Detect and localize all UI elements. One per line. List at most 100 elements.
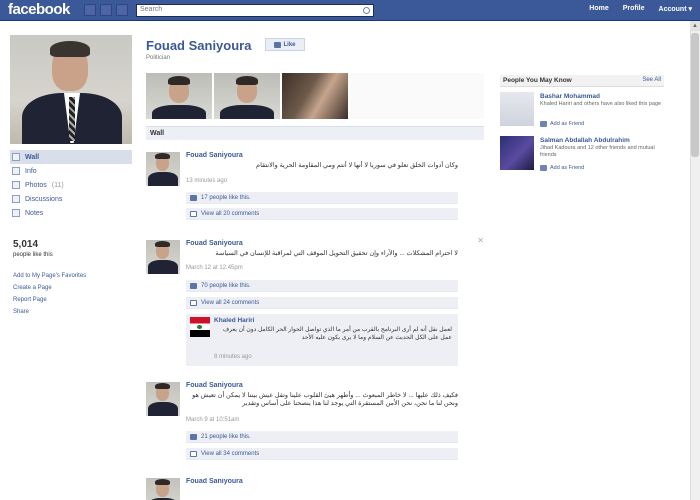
avatar[interactable] — [146, 382, 180, 416]
profile-picture[interactable] — [10, 35, 132, 144]
person-photo[interactable] — [500, 136, 534, 170]
post-likes-text[interactable]: 21 people like this. — [201, 434, 251, 440]
add-friend-button[interactable]: Add as Friend — [540, 165, 584, 171]
post-comments-bar[interactable]: View all 20 comments — [186, 208, 458, 220]
comment-icon — [190, 299, 197, 306]
wall-post: Fouad Saniyoura وكان أدوات الخلق تعلو في… — [146, 152, 484, 226]
post-author[interactable]: Fouad Saniyoura — [186, 152, 243, 159]
sidebar-item-info[interactable]: Info — [10, 164, 132, 178]
post-timestamp[interactable]: 13 minutes ago — [186, 178, 227, 184]
search-input[interactable]: Search — [136, 4, 374, 17]
add-to-favorites-link[interactable]: Add to My Page's Favorites — [13, 273, 86, 285]
post-likes-bar[interactable]: 21 people like this. — [186, 431, 458, 443]
post-comments-bar[interactable]: View all 34 comments — [186, 448, 458, 460]
friend-requests-icon[interactable] — [84, 4, 96, 16]
wall-post: Fouad Saniyoura — [146, 478, 484, 500]
photo-strip-empty — [350, 73, 484, 119]
discussions-icon — [12, 195, 20, 203]
post-comments-bar[interactable]: View all 24 comments — [186, 297, 458, 309]
scrollbar-thumb[interactable] — [691, 33, 699, 157]
info-icon — [12, 167, 20, 175]
home-link[interactable]: Home — [589, 5, 608, 13]
sidebar-item-label: Wall — [25, 153, 40, 161]
avatar-hair — [155, 383, 170, 389]
likes-label[interactable]: people like this — [13, 252, 53, 258]
wall-post: Fouad Saniyoura فكيف ذلك عليها ... لا خا… — [146, 382, 484, 468]
commenter-avatar[interactable] — [190, 317, 210, 337]
share-link[interactable]: Share — [13, 309, 86, 321]
avatar-hair — [155, 241, 170, 247]
person-mutual: Khaled Hariri and others have also liked… — [540, 101, 662, 107]
post-author[interactable]: Fouad Saniyoura — [186, 382, 243, 389]
account-menu[interactable]: Account ▾ — [659, 5, 692, 13]
pymk-person: Bashar Mohammad Khaled Hariri and others… — [500, 92, 664, 132]
post-text: لا احترام المشكلات ... والآراء وإن تحقيق… — [215, 250, 458, 257]
view-comments-link[interactable]: View all 34 comments — [201, 451, 259, 457]
top-navigation-bar: facebook Search Home Profile Account ▾ — [0, 0, 700, 21]
post-timestamp[interactable]: March 9 at 10:51am — [186, 417, 239, 423]
add-friend-label: Add as Friend — [550, 121, 585, 127]
photo-hair — [236, 76, 258, 85]
thumbs-up-icon — [190, 282, 197, 289]
avatar-suit — [148, 260, 178, 274]
sidebar-item-photos[interactable]: Photos (11) — [10, 178, 132, 192]
pymk-title: People You May Know — [503, 77, 572, 84]
page-title[interactable]: Fouad Saniyoura — [146, 38, 251, 53]
view-comments-link[interactable]: View all 24 comments — [201, 300, 259, 306]
post-likes-text[interactable]: 70 people like this. — [201, 283, 251, 289]
strip-photo-2[interactable] — [214, 73, 280, 119]
view-comments-link[interactable]: View all 20 comments — [201, 211, 259, 217]
like-page-button[interactable]: Like — [265, 38, 305, 51]
sidebar-item-label: Notes — [25, 209, 44, 217]
post-author[interactable]: Fouad Saniyoura — [186, 478, 243, 485]
add-friend-icon — [540, 165, 547, 171]
sidebar-item-notes[interactable]: Notes — [10, 206, 132, 220]
strip-photo-1[interactable] — [146, 73, 212, 119]
strip-photo-3[interactable] — [282, 73, 348, 119]
sidebar-item-discussions[interactable]: Discussions — [10, 192, 132, 206]
top-nav-links: Home Profile Account ▾ — [589, 5, 692, 13]
profile-link[interactable]: Profile — [623, 5, 645, 13]
comment-timestamp: 8 minutes ago — [214, 354, 252, 360]
avatar[interactable] — [146, 152, 180, 186]
close-icon[interactable]: ✕ — [477, 236, 484, 245]
photo-suit — [152, 105, 206, 119]
facebook-logo[interactable]: facebook — [8, 1, 70, 18]
report-page-link[interactable]: Report Page — [13, 297, 86, 309]
notifications-icon[interactable] — [116, 4, 128, 16]
see-all-link[interactable]: See All — [642, 77, 661, 83]
comment: Khaled Hariri لعمل نقل أنه لم أرى البرنا… — [186, 314, 458, 366]
scroll-up-arrow-icon[interactable]: ▲ — [690, 21, 700, 31]
comment-text: لعمل نقل أنه لم أرى البرنامج بالقرب من أ… — [222, 327, 452, 341]
thumbs-up-icon — [274, 41, 282, 48]
tab-wall[interactable]: Wall — [146, 126, 484, 140]
avatar[interactable] — [146, 478, 180, 500]
page-sidebar-nav: Wall Info Photos (11) Discussions Notes — [10, 150, 132, 220]
post-likes-text[interactable]: 17 people like this. — [201, 195, 251, 201]
photo-suit — [220, 105, 274, 119]
people-you-may-know-header: People You May Know See All — [500, 75, 664, 87]
post-timestamp[interactable]: March 12 at 12:45pm — [186, 265, 243, 271]
avatar-suit — [148, 402, 178, 416]
person-name[interactable]: Bashar Mohammad — [540, 93, 600, 100]
person-photo[interactable] — [500, 92, 534, 126]
add-friend-label: Add as Friend — [550, 165, 585, 171]
add-friend-button[interactable]: Add as Friend — [540, 121, 584, 127]
wall-post: ✕ Fouad Saniyoura لا احترام المشكلات ...… — [146, 236, 484, 370]
create-page-link[interactable]: Create a Page — [13, 285, 86, 297]
person-name[interactable]: Salman Abdallah Abdulrahim — [540, 137, 630, 144]
sidebar-item-wall[interactable]: Wall — [10, 150, 132, 164]
search-placeholder: Search — [140, 6, 163, 13]
sidebar-links: Add to My Page's Favorites Create a Page… — [13, 273, 86, 321]
messages-icon[interactable] — [100, 4, 112, 16]
pymk-person: Salman Abdallah Abdulrahim Jihad Kadoura… — [500, 136, 664, 176]
comment-author[interactable]: Khaled Hariri — [214, 317, 254, 324]
search-icon[interactable] — [363, 7, 370, 14]
comment-icon — [190, 210, 197, 217]
avatar[interactable] — [146, 240, 180, 274]
post-likes-bar[interactable]: 70 people like this. — [186, 280, 458, 292]
post-author[interactable]: Fouad Saniyoura — [186, 240, 243, 247]
photos-count: (11) — [51, 181, 64, 189]
sidebar-item-label: Discussions — [25, 195, 63, 203]
post-likes-bar[interactable]: 17 people like this. — [186, 192, 458, 204]
